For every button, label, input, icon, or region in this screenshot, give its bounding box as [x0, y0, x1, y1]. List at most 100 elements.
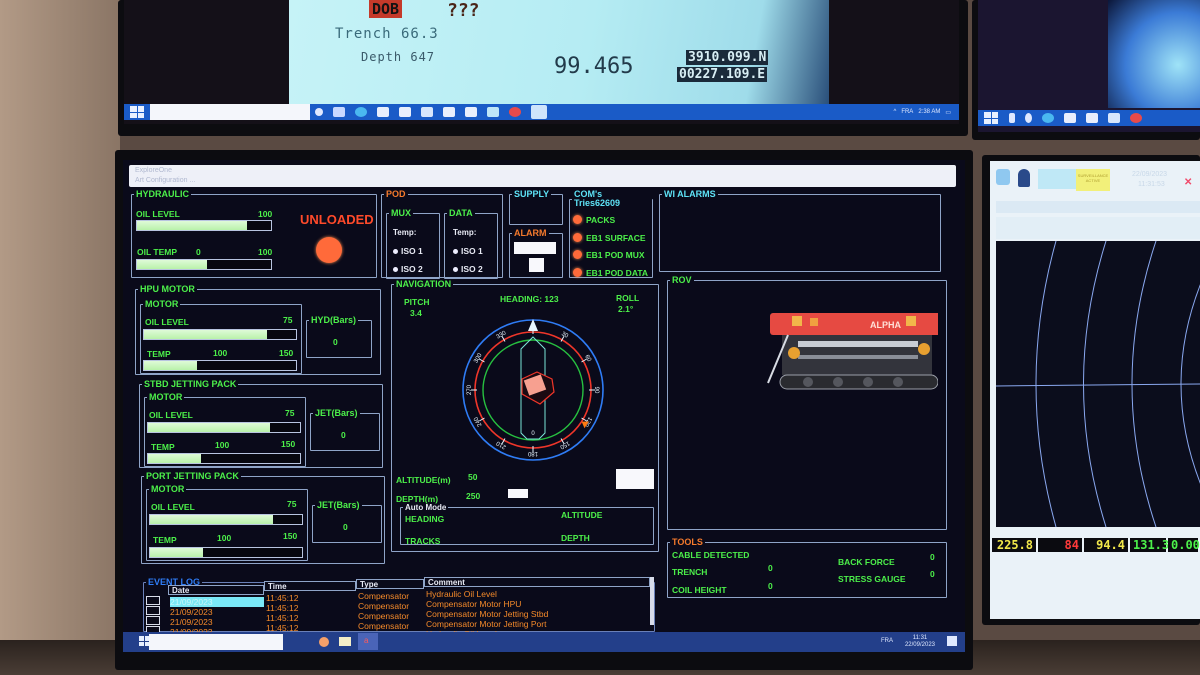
event-time[interactable]: 11:45:12 — [266, 613, 298, 623]
tray-lang[interactable]: FRA — [901, 109, 913, 115]
compass-tick-label: 270 — [467, 384, 473, 395]
auto-altitude-toggle[interactable]: ALTITUDE — [561, 510, 602, 520]
col-type[interactable]: Type — [356, 579, 424, 589]
port-oil-level-bar — [149, 514, 303, 525]
windows-start-icon[interactable] — [139, 636, 149, 646]
depth-input-field[interactable] — [508, 489, 528, 498]
firefox-icon[interactable] — [319, 637, 329, 647]
pod-data-panel: DATA Temp: ISO 1 ISO 2 — [444, 209, 498, 279]
row-selector[interactable] — [146, 616, 160, 625]
hpu-motor-panel: HPU MOTOR MOTOR OIL LEVEL 75 TEMP 100 15… — [135, 285, 381, 375]
drawing-toolbar[interactable] — [996, 217, 1200, 239]
cortana-icon[interactable] — [1025, 113, 1032, 123]
wall-background — [0, 0, 120, 675]
event-log-scrollbar[interactable] — [650, 577, 654, 625]
toolbar-tabs[interactable] — [996, 201, 1200, 213]
event-date[interactable]: 21/09/2023 — [170, 607, 213, 617]
mode-button[interactable] — [1038, 169, 1076, 189]
file-explorer-icon[interactable] — [377, 107, 389, 117]
file-explorer-icon[interactable] — [339, 637, 351, 646]
windows-start-icon[interactable] — [984, 112, 998, 124]
file-explorer-icon[interactable] — [1064, 113, 1076, 123]
hpu-temp-mid: 100 — [213, 348, 228, 358]
windows-start-icon[interactable] — [130, 106, 144, 118]
auto-tracks-toggle[interactable]: TRACKS — [405, 536, 440, 546]
app-menu[interactable]: Art Configuration ... — [135, 177, 195, 184]
red-app-icon[interactable] — [509, 107, 521, 117]
row-selector[interactable] — [146, 596, 160, 605]
shield-icon[interactable] — [465, 107, 477, 117]
depth-readout: Depth 647 — [361, 50, 436, 64]
edge-browser-icon[interactable] — [355, 107, 367, 117]
rov-app-taskbar-icon[interactable]: a — [358, 633, 378, 650]
event-time[interactable]: 11:45:12 — [266, 593, 298, 603]
tray-chevron-icon[interactable]: ^ — [893, 109, 896, 115]
taskbar-search-box[interactable] — [149, 634, 283, 650]
col-comment[interactable]: Comment — [424, 577, 650, 587]
close-icon[interactable]: ✕ — [1184, 177, 1192, 188]
event-comment[interactable]: Compensator Motor Jetting Port — [426, 619, 546, 629]
top-right-monitor-screen — [978, 0, 1200, 132]
notifications-icon[interactable] — [947, 636, 957, 646]
event-comment[interactable]: Compensator Motor Jetting Stbd — [426, 609, 548, 619]
stbd-jet-bars-gauge: JET(Bars) 0 — [310, 409, 380, 451]
sonar-axis — [995, 383, 1200, 387]
event-comment[interactable]: Compensator Motor HPU — [426, 599, 521, 609]
event-type[interactable]: Compensator — [358, 601, 409, 611]
port-motor-title: MOTOR — [151, 484, 185, 494]
hpu-temp-label: TEMP — [147, 349, 171, 359]
port-temp-mid: 100 — [217, 533, 232, 543]
sensor-readout: 0.00 — [1168, 538, 1200, 552]
navigation-panel: NAVIGATION PITCH 3.4 HEADING: 123 ROLL 2… — [391, 280, 659, 552]
event-type[interactable]: Compensator — [358, 621, 409, 631]
store-icon[interactable] — [1086, 113, 1098, 123]
active-app-icon[interactable] — [531, 105, 547, 119]
edge-browser-icon[interactable] — [1042, 113, 1054, 123]
cortana-icon[interactable] — [315, 108, 323, 116]
alarm-acknowledge-button[interactable] — [529, 258, 544, 272]
taskbar-search-box[interactable] — [150, 104, 310, 120]
mail-icon[interactable] — [443, 107, 455, 117]
altitude-value: 50 — [468, 472, 478, 482]
navigation-title: NAVIGATION — [396, 279, 452, 289]
event-date[interactable]: 21/09/2023 — [170, 617, 213, 627]
task-view-icon[interactable] — [333, 107, 345, 117]
stbd-motor-subpanel: MOTOR OIL LEVEL 75 TEMP 100 150 — [144, 393, 306, 467]
system-tray-clock[interactable]: 11:31 22/09/2023 — [905, 635, 935, 649]
tray-lang[interactable]: FRA — [881, 638, 893, 644]
red-app-icon[interactable] — [1130, 113, 1142, 123]
network-icon[interactable] — [996, 169, 1010, 185]
sensor-readout: 131.3 — [1130, 538, 1169, 552]
hpu-motor-subpanel: MOTOR OIL LEVEL 75 TEMP 100 150 — [140, 300, 302, 374]
event-date[interactable]: 21/09/2023 — [170, 597, 264, 607]
store-icon[interactable] — [399, 107, 411, 117]
app-window-icon[interactable] — [487, 107, 499, 117]
row-selector[interactable] — [146, 606, 160, 615]
auto-mode-panel: Auto Mode HEADING ALTITUDE TRACKS DEPTH — [400, 503, 654, 546]
event-time[interactable]: 11:45:12 — [266, 603, 298, 613]
col-date[interactable]: Date — [168, 585, 264, 595]
video-main-value: 99.465 — [554, 54, 634, 79]
mail-icon[interactable] — [1108, 113, 1120, 123]
alarm-title: ALARM — [514, 228, 547, 238]
status-indicator-light — [316, 237, 342, 263]
search-icon[interactable] — [1009, 113, 1015, 123]
video-feed: DOB ??? Trench 66.3 Depth 647 99.465 391… — [289, 0, 829, 104]
tray-time: 11:31 — [912, 635, 928, 641]
auto-depth-toggle[interactable]: DEPTH — [561, 533, 590, 543]
eb1-pod-mux-indicator — [573, 250, 582, 259]
event-type[interactable]: Compensator — [358, 591, 409, 601]
auto-heading-toggle[interactable]: HEADING — [405, 514, 444, 524]
top-right-taskbar — [978, 110, 1200, 126]
port-temp-label: TEMP — [153, 535, 177, 545]
user-icon[interactable] — [1018, 169, 1030, 187]
col-time[interactable]: Time — [264, 581, 356, 591]
event-comment[interactable]: Hydraulic Oil Level — [426, 589, 497, 599]
compass-tick-label: 90 — [593, 387, 599, 394]
app-icon[interactable] — [421, 107, 433, 117]
event-type[interactable]: Compensator — [358, 611, 409, 621]
tray-clock[interactable]: 2:38 AM — [918, 109, 940, 115]
stress-gauge-label: STRESS GAUGE — [838, 574, 906, 584]
notifications-icon[interactable]: ▭ — [945, 109, 951, 116]
trench-readout: Trench 66.3 — [335, 26, 439, 42]
